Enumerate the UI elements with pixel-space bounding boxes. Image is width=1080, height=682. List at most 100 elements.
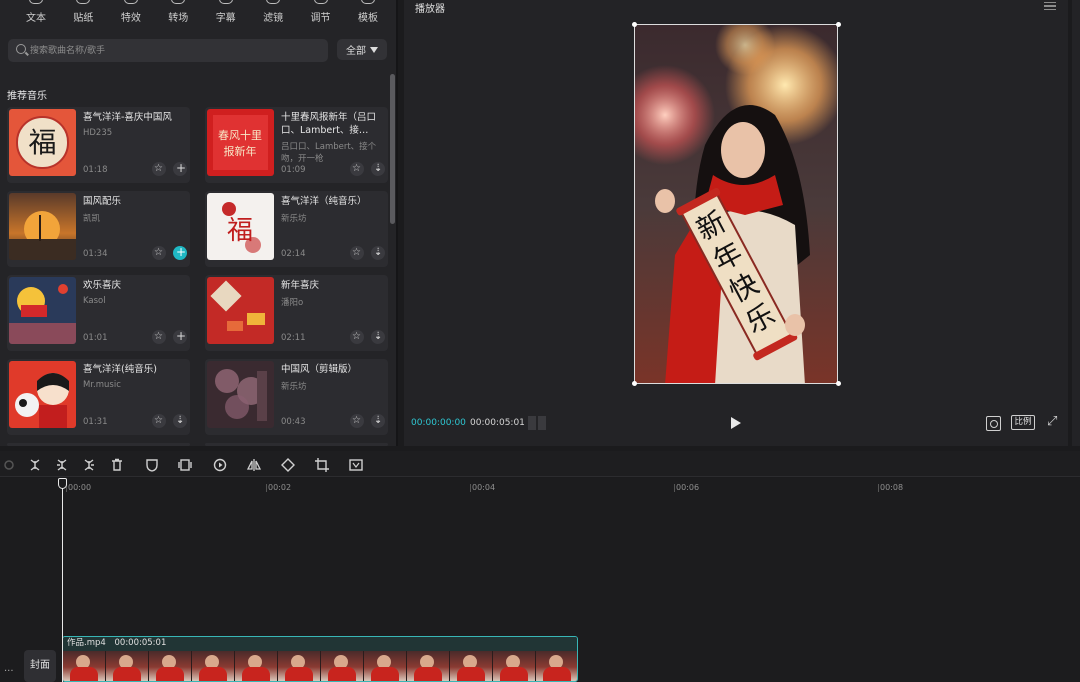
favorite-icon[interactable] <box>350 414 364 428</box>
clip-frame <box>192 651 235 681</box>
favorite-icon[interactable] <box>152 330 166 344</box>
resize-handle[interactable] <box>632 22 637 27</box>
split-icon[interactable] <box>28 457 42 471</box>
aspect-ratio-button[interactable]: 比例 <box>1011 415 1035 430</box>
clip-frame <box>364 651 407 681</box>
search-input[interactable] <box>30 42 320 59</box>
music-card[interactable] <box>7 443 190 446</box>
split-left-icon[interactable] <box>55 457 69 471</box>
favorite-icon[interactable] <box>350 246 364 260</box>
album-cover: 福 <box>9 109 76 176</box>
resize-handle[interactable] <box>632 381 637 386</box>
music-card[interactable]: 福 喜气洋洋（纯音乐） 新乐坊 02:14 <box>205 191 388 267</box>
download-icon[interactable] <box>173 414 187 428</box>
svg-text:福: 福 <box>28 126 56 159</box>
clip-frame <box>106 651 149 681</box>
undo-icon[interactable] <box>2 457 16 471</box>
music-search-box <box>8 39 328 62</box>
tab-adjust[interactable]: 调节 <box>299 0 343 26</box>
music-card[interactable]: 中国风（剪辑版） 新乐坊 00:43 <box>205 359 388 435</box>
download-icon[interactable] <box>371 414 385 428</box>
favorite-icon[interactable] <box>152 246 166 260</box>
ruler-tick <box>470 484 471 492</box>
tab-template[interactable]: 模板 <box>346 0 390 26</box>
tab-filter[interactable]: 滤镜 <box>251 0 295 26</box>
favorite-icon[interactable] <box>152 162 166 176</box>
favorite-icon[interactable] <box>152 414 166 428</box>
download-icon[interactable] <box>371 162 385 176</box>
playhead-line[interactable] <box>62 478 63 682</box>
video-preview[interactable]: 新 年 快 乐 <box>634 24 838 384</box>
media-library-panel: 文本 贴纸 特效 转场 字幕 滤镜 调节 模板 全部 推荐音乐 福 喜气洋洋-喜… <box>0 0 398 446</box>
rotate-icon[interactable] <box>281 457 295 472</box>
music-card[interactable]: 国风配乐 凯凯 01:34 <box>7 191 190 267</box>
ruler-label: 00:02 <box>268 483 292 492</box>
library-scrollbar[interactable] <box>390 74 395 224</box>
clip-name: 作品.mp4 <box>67 638 106 648</box>
smart-crop-icon[interactable] <box>349 457 363 471</box>
search-icon <box>16 44 26 54</box>
clip-frame <box>536 651 577 681</box>
more-options[interactable]: ··· <box>4 666 14 677</box>
transition-icon <box>171 0 186 4</box>
music-card[interactable]: 春风十里 报新年 十里春风报新年（吕口口、Lambert、接… 吕口口、Lambe… <box>205 107 388 183</box>
music-card[interactable]: 喜气洋洋(纯音乐) Mr.music 01:31 <box>7 359 190 435</box>
clip-header: 作品.mp4 00:00:05:01 <box>63 637 577 651</box>
funnel-icon <box>370 46 378 53</box>
music-card[interactable]: 福 喜气洋洋-喜庆中国风 HD235 01:18 <box>7 107 190 183</box>
add-icon[interactable] <box>173 161 187 176</box>
tab-subtitle[interactable]: 字幕 <box>204 0 248 26</box>
svg-text:福: 福 <box>227 216 253 246</box>
timecode-toggle-icon[interactable] <box>528 416 547 430</box>
tab-effects[interactable]: 特效 <box>109 0 153 26</box>
freeze-icon[interactable] <box>178 457 192 471</box>
play-button[interactable] <box>731 417 741 429</box>
clip-frame <box>235 651 278 681</box>
favorite-icon[interactable] <box>350 330 364 344</box>
fit-view-icon[interactable] <box>986 416 1001 431</box>
tab-text[interactable]: 文本 <box>14 0 58 26</box>
download-icon[interactable] <box>371 330 385 344</box>
ruler-tick <box>266 484 267 492</box>
fullscreen-icon[interactable] <box>1047 414 1062 431</box>
text-icon <box>29 0 43 4</box>
download-icon[interactable] <box>371 246 385 260</box>
menu-icon[interactable] <box>1044 2 1056 10</box>
music-card[interactable]: 新年喜庆 潘阳o 02:11 <box>205 275 388 351</box>
mirror-icon[interactable] <box>246 457 262 471</box>
clip-frame <box>450 651 493 681</box>
album-cover <box>9 277 76 344</box>
album-cover <box>207 361 274 428</box>
clip-frame <box>149 651 192 681</box>
delete-icon[interactable] <box>110 457 124 471</box>
clip-frame <box>321 651 364 681</box>
album-cover <box>9 193 76 260</box>
music-card[interactable]: 欢乐喜庆 Kasol 01:01 <box>7 275 190 351</box>
add-icon[interactable] <box>173 245 187 260</box>
album-cover <box>207 277 274 344</box>
clip-frame <box>63 651 106 681</box>
filter-button[interactable]: 全部 <box>337 39 387 60</box>
tab-transition[interactable]: 转场 <box>156 0 200 26</box>
ruler-label: 00:04 <box>472 483 496 492</box>
split-right-icon[interactable] <box>82 457 96 471</box>
tab-sticker[interactable]: 贴纸 <box>61 0 105 26</box>
timeline[interactable]: 00:00 00:02 00:04 00:06 00:08 ··· 封面 作品.… <box>0 478 1080 682</box>
crop-icon[interactable] <box>315 457 329 472</box>
mask-icon[interactable] <box>145 457 159 472</box>
ruler-label: 00:00 <box>68 483 92 492</box>
effects-icon <box>123 0 138 4</box>
album-cover: 福 <box>207 193 274 260</box>
music-card[interactable] <box>205 443 388 446</box>
play-circle-icon[interactable] <box>213 457 227 472</box>
video-editor-app: 文本 贴纸 特效 转场 字幕 滤镜 调节 模板 全部 推荐音乐 福 喜气洋洋-喜… <box>0 0 1080 682</box>
resize-handle[interactable] <box>836 22 841 27</box>
video-clip[interactable]: 作品.mp4 00:00:05:01 <box>62 636 578 682</box>
favorite-icon[interactable] <box>350 162 364 176</box>
category-tabs: 文本 贴纸 特效 转场 字幕 滤镜 调节 模板 <box>0 0 398 26</box>
cover-button[interactable]: 封面 <box>24 650 56 682</box>
playhead-handle[interactable] <box>58 478 67 489</box>
time-ruler[interactable]: 00:00 00:02 00:04 00:06 00:08 <box>0 478 1080 494</box>
resize-handle[interactable] <box>836 381 841 386</box>
add-icon[interactable] <box>173 329 187 344</box>
